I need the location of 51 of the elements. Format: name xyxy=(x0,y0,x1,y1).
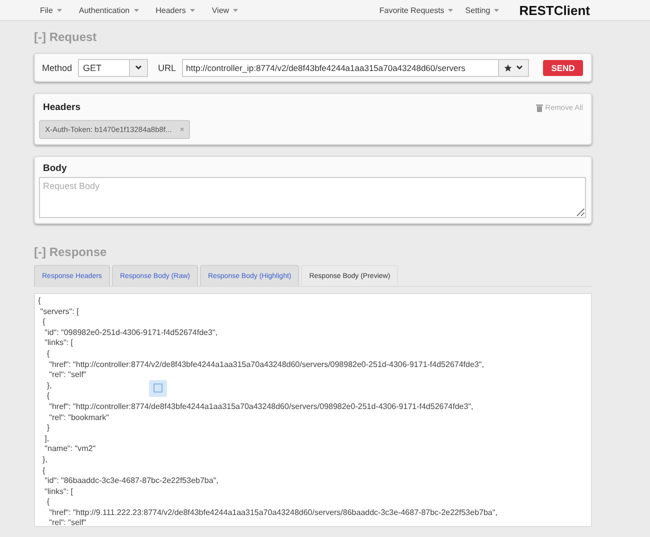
code-line: "rel": "self" xyxy=(48,518,86,526)
headers-title: Headers xyxy=(43,102,80,113)
body-title: Body xyxy=(42,162,68,176)
code-line: } xyxy=(46,423,50,434)
code-line: "href": "http://9.111.222.23:8774/v2/de8f43bfe4244a1aa315a70a43248d60/servers/86baaddc-3c3e-4687-87bc-2e22f53eb7ba", xyxy=(48,508,498,518)
code-line: "links": [ xyxy=(44,486,74,498)
app-title: RESTClient xyxy=(519,2,590,18)
code-line: "rel": "bookmark" xyxy=(48,412,109,424)
menu-item[interactable]: Setting xyxy=(465,6,500,14)
section-title: [-] Request xyxy=(34,30,98,44)
code-line: { xyxy=(41,317,46,328)
menu-item[interactable]: File xyxy=(40,6,62,14)
method-label: Method xyxy=(42,62,72,72)
code-line: { xyxy=(41,466,46,476)
floating-widget-icon xyxy=(149,380,167,397)
section-title: [-] Response xyxy=(34,245,108,259)
code-line: ], xyxy=(44,434,50,444)
caret-icon xyxy=(56,8,62,12)
chevron-icon xyxy=(516,65,523,70)
send-button[interactable]: SEND xyxy=(543,60,583,76)
menu-item[interactable]: Headers xyxy=(156,6,195,14)
code-line: "href": "http://controller:8774/v2/de8f43bfe4244a1aa315a70a43248d60/servers/098982e0-251d-4306-9171-f4d52674fde3", xyxy=(48,360,484,370)
code-line: { xyxy=(46,391,50,402)
code-line: { xyxy=(38,296,41,307)
url-label: URL xyxy=(158,62,176,72)
code-line: }, xyxy=(41,454,48,466)
star-icon xyxy=(504,64,512,72)
caret-icon xyxy=(233,8,238,12)
menu-item[interactable]: View xyxy=(212,6,238,14)
menu-item[interactable]: Favorite Requests xyxy=(379,6,454,14)
code-line: "id": "098982e0-251d-4306-9171-f4d52674fde3", xyxy=(44,328,218,338)
favorite-button[interactable] xyxy=(498,60,528,76)
code-line: { xyxy=(46,348,50,360)
method-select[interactable]: GET xyxy=(78,58,148,76)
url-field[interactable]: http://controller_ip:8774/v2/de8f43bfe4244a1aa315a70a43248d60/servers xyxy=(182,58,529,76)
request-body-field[interactable]: Request Body xyxy=(39,177,586,218)
caret-icon xyxy=(190,8,195,12)
code-line: "links": [ xyxy=(44,338,74,349)
code-line: "href": "http://controller:8774/de8f43bfe4244a1aa315a70a43248d60/servers/098982e0-251d-4306-9171-f4d52674fde3", xyxy=(48,402,474,413)
code-line: "name": "vm2" xyxy=(44,444,96,455)
caret-icon xyxy=(134,8,139,12)
chevron-icon xyxy=(135,65,142,70)
code-line: "rel": "self" xyxy=(48,370,86,381)
menu-item[interactable]: Authentication xyxy=(78,6,139,14)
code-line: }, xyxy=(46,380,52,392)
caret-icon xyxy=(494,8,500,12)
code-line: { xyxy=(46,497,50,508)
trash-icon xyxy=(536,104,544,112)
code-line: "servers": [ xyxy=(39,306,79,318)
caret-icon xyxy=(448,8,454,12)
code-line: "id": "86baaddc-3c3e-4687-87bc-2e22f53eb7ba", xyxy=(44,476,218,487)
